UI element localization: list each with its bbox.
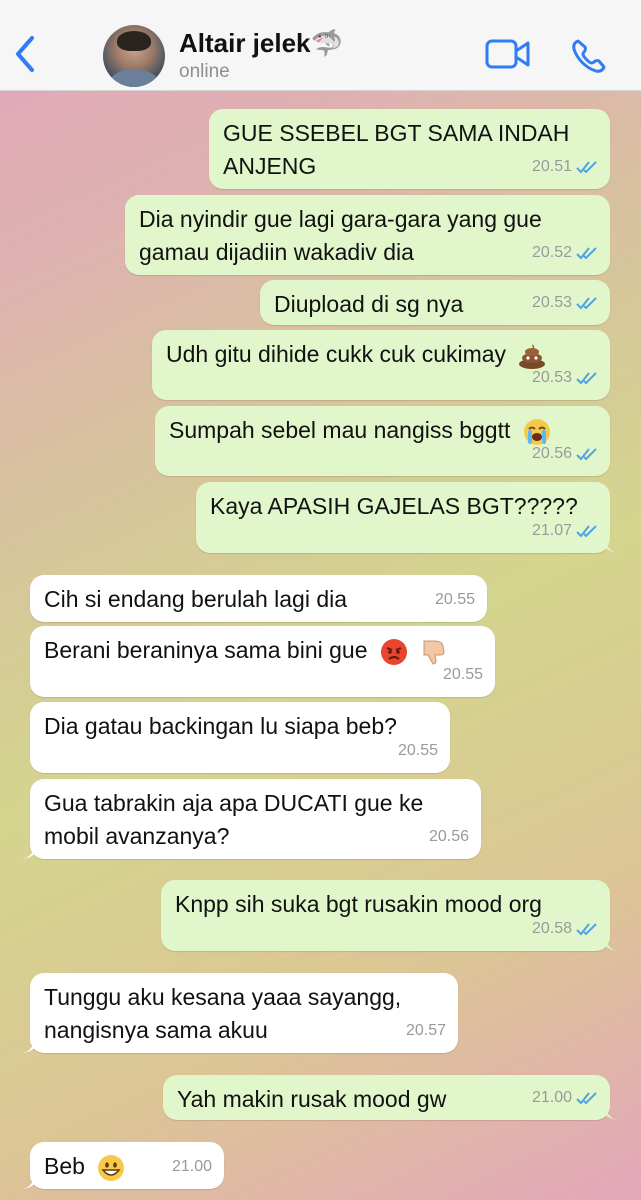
bubble-tail (22, 843, 40, 859)
message-text: Beb (44, 1153, 85, 1179)
grinning-face-emoji (98, 1154, 125, 1181)
message-bubble-incoming[interactable]: Dia gatau backingan lu siapa beb? 20.55 (30, 702, 450, 773)
message-text: Dia gatau backingan lu siapa beb? (44, 713, 397, 739)
message-text: Dia nyindir gue lagi gara-gara yang gue … (139, 206, 542, 265)
message-time: 20.55 (442, 666, 483, 683)
bubble-tail (600, 537, 618, 553)
message-bubble-outgoing[interactable]: Knpp sih suka bgt rusakin mood org 20.58 (161, 880, 618, 951)
message-bubble-incoming[interactable]: Gua tabrakin aja apa DUCATI gue ke mobil… (22, 779, 481, 859)
message-bubble-outgoing[interactable]: Udh gitu dihide cukk cuk cukimay 20.53 (152, 330, 610, 400)
message-text: Gua tabrakin aja apa DUCATI gue ke mobil… (44, 790, 424, 849)
message-bubble-outgoing[interactable]: Diupload di sg nya 20.53 (260, 280, 610, 325)
message-time: 21.07 (531, 522, 572, 539)
read-ticks-icon (576, 922, 597, 935)
message-bubble-outgoing[interactable]: Sumpah sebel mau nangiss bggtt 20.56 (155, 406, 610, 476)
message-time: 20.55 (434, 591, 475, 608)
message-bubble-incoming[interactable]: Tunggu aku kesana yaaa sayangg, nangisny… (22, 973, 458, 1053)
avatar[interactable] (103, 25, 165, 87)
message-bubble-incoming[interactable]: Cih si endang berulah lagi dia 20.55 (30, 575, 487, 622)
chevron-left-icon[interactable] (10, 34, 42, 74)
read-ticks-icon (576, 1091, 597, 1104)
message-bubble-outgoing[interactable]: Yah makin rusak mood gw 21.00 (163, 1075, 618, 1120)
chat-header: Altair jelek🦈 online (0, 0, 641, 91)
message-text: Berani beraninya sama bini gue (44, 637, 368, 663)
message-time: 20.52 (531, 244, 572, 261)
message-time: 20.58 (531, 920, 572, 937)
message-bubble-outgoing[interactable]: Kaya APASIH GAJELAS BGT????? 21.07 (196, 482, 618, 553)
contact-name[interactable]: Altair jelek🦈 (179, 28, 343, 59)
message-time: 20.51 (531, 158, 572, 175)
bubble-tail (22, 1173, 40, 1189)
read-ticks-icon (576, 524, 597, 537)
video-camera-icon[interactable] (485, 38, 531, 70)
message-bubble-incoming[interactable]: Berani beraninya sama bini gue 20.55 (30, 626, 495, 697)
message-time: 21.00 (531, 1089, 572, 1106)
bubble-tail (22, 1037, 40, 1053)
message-time: 20.56 (531, 445, 572, 462)
message-time: 20.53 (531, 369, 572, 386)
phone-icon[interactable] (571, 38, 607, 74)
message-time: 20.53 (531, 294, 572, 311)
pouting-face-emoji (380, 638, 407, 665)
message-text: Diupload di sg nya (274, 291, 464, 317)
message-bubble-incoming[interactable]: Beb 21.00 (22, 1142, 224, 1189)
message-text: Sumpah sebel mau nangiss bggtt (169, 417, 511, 443)
message-text: Knpp sih suka bgt rusakin mood org (175, 891, 542, 917)
contact-status: online (179, 61, 230, 82)
read-ticks-icon (576, 371, 597, 384)
message-text: Cih si endang berulah lagi dia (44, 586, 348, 612)
bubble-tail (600, 935, 618, 951)
message-text: Udh gitu dihide cukk cuk cukimay (166, 341, 507, 367)
read-ticks-icon (576, 296, 597, 309)
message-time: 20.56 (428, 828, 469, 845)
message-text: Tunggu aku kesana yaaa sayangg, nangisny… (44, 984, 402, 1043)
message-bubble-outgoing[interactable]: Dia nyindir gue lagi gara-gara yang gue … (125, 195, 610, 275)
message-time: 20.55 (397, 742, 438, 759)
read-ticks-icon (576, 447, 597, 460)
message-time: 20.57 (405, 1022, 446, 1039)
message-bubble-outgoing[interactable]: GUE SSEBEL BGT SAMA INDAH ANJENG 20.51 (209, 109, 610, 189)
read-ticks-icon (576, 246, 597, 259)
message-text: Kaya APASIH GAJELAS BGT????? (210, 493, 578, 519)
message-time: 21.00 (171, 1158, 212, 1175)
message-text: Yah makin rusak mood gw (177, 1086, 447, 1112)
bubble-tail (600, 1104, 618, 1120)
message-text: GUE SSEBEL BGT SAMA INDAH ANJENG (223, 120, 570, 179)
read-ticks-icon (576, 160, 597, 173)
